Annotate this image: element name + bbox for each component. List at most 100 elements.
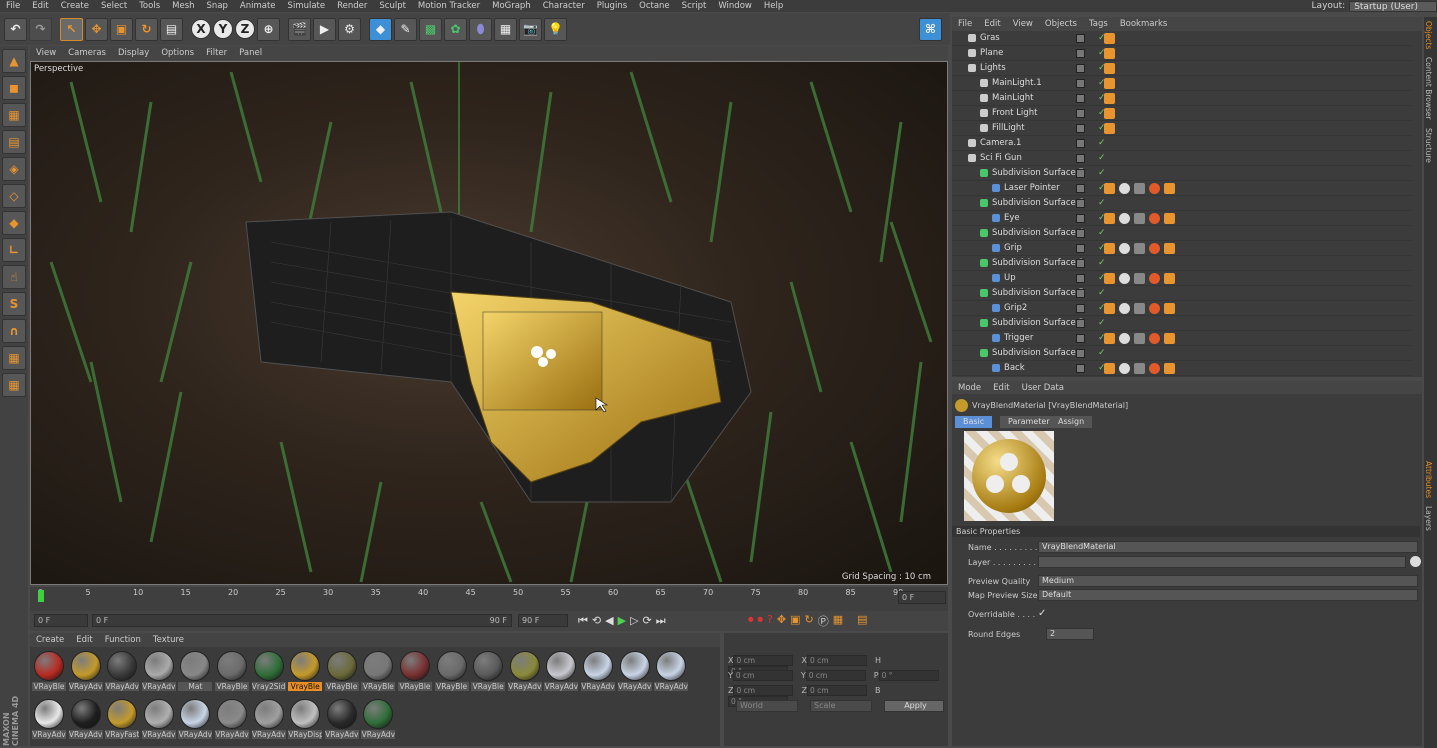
menu-item-animate[interactable]: Animate [234, 1, 282, 11]
material-tag-icon[interactable] [1104, 303, 1115, 314]
visibility-toggle[interactable] [1076, 304, 1085, 313]
attribute-menu-mode[interactable]: Mode [952, 383, 987, 393]
make-editable-icon[interactable]: ▲ [2, 49, 26, 73]
enable-checkmark-icon[interactable]: ✓ [1098, 153, 1106, 163]
attribute-menu-user-data[interactable]: User Data [1016, 383, 1070, 393]
enable-checkmark-icon[interactable]: ✓ [1098, 348, 1106, 358]
range-slider[interactable]: 0 F 90 F [92, 614, 512, 627]
enable-checkmark-icon[interactable]: ✓ [1098, 228, 1106, 238]
coordinate-system-icon[interactable]: ⊕ [257, 17, 280, 41]
material-tag-icon[interactable] [1164, 243, 1175, 254]
material-tag-icon[interactable] [1119, 303, 1130, 314]
go-to-start-icon[interactable]: ⏮ [578, 614, 588, 628]
visibility-toggle[interactable] [1076, 319, 1085, 328]
object-row[interactable]: FillLight ✓ [952, 121, 1412, 136]
visibility-toggle[interactable] [1076, 244, 1085, 253]
next-frame-icon[interactable]: ▷ [630, 614, 638, 628]
keyframe-selection-icon[interactable]: ? [767, 613, 773, 629]
material-swatch[interactable]: VRayAdv [68, 697, 103, 741]
visibility-toggle[interactable] [1076, 49, 1085, 58]
menu-item-mograph[interactable]: MoGraph [486, 1, 537, 11]
menu-item-create[interactable]: Create [55, 1, 95, 11]
material-swatch[interactable]: VRayAdv [215, 697, 249, 741]
visibility-toggle[interactable] [1076, 79, 1085, 88]
object-row[interactable]: Subdivision Surface.5 ✓ [952, 286, 1412, 301]
material-swatch[interactable]: VRayAdv [251, 697, 286, 741]
object-menu-edit[interactable]: Edit [978, 19, 1006, 29]
material-tag-icon[interactable] [1164, 303, 1175, 314]
preview-quality-dropdown[interactable]: Medium [1038, 575, 1418, 587]
material-swatch[interactable]: VRayFast [105, 697, 140, 741]
material-tag-icon[interactable] [1119, 273, 1130, 284]
material-swatch[interactable]: VRayBle [398, 649, 432, 693]
previous-key-icon[interactable]: ⟲ [592, 614, 601, 628]
attribute-menu-edit[interactable]: Edit [987, 383, 1015, 393]
visibility-toggle[interactable] [1076, 184, 1085, 193]
lock-workplane-icon[interactable]: ▦ [2, 373, 26, 397]
start-frame-field[interactable]: 0 F [34, 614, 88, 627]
previous-frame-icon[interactable]: ◀ [605, 614, 613, 628]
scale-tool-icon[interactable]: ▣ [110, 17, 133, 41]
menu-item-render[interactable]: Render [331, 1, 373, 11]
material-tag-icon[interactable] [1149, 303, 1160, 314]
tweak-mode-icon[interactable]: ☝ [2, 265, 26, 289]
material-tag-icon[interactable] [1104, 273, 1115, 284]
object-row[interactable]: Grip2 ✓ [952, 301, 1412, 316]
material-tag-icon[interactable] [1134, 273, 1145, 284]
current-frame-field[interactable]: 0 F [898, 591, 946, 604]
visibility-toggle[interactable] [1076, 274, 1085, 283]
object-row[interactable]: Gras ✓ [952, 31, 1412, 46]
autokey-icon[interactable]: ⏺ [758, 613, 764, 629]
visibility-toggle[interactable] [1076, 229, 1085, 238]
workplane-icon[interactable]: ▤ [2, 130, 26, 154]
material-swatch[interactable]: VRayAdv [68, 649, 103, 693]
object-row[interactable]: Plane ✓ [952, 46, 1412, 61]
material-tag-icon[interactable] [1134, 363, 1145, 374]
menu-item-select[interactable]: Select [95, 1, 133, 11]
end-frame-field[interactable]: 90 F [518, 614, 568, 627]
floor-icon[interactable]: ▦ [494, 17, 517, 41]
material-swatch[interactable]: VRayBle [324, 649, 359, 693]
visibility-toggle[interactable] [1076, 199, 1085, 208]
overridable-checkbox[interactable]: ✓ [1038, 608, 1046, 619]
timeline-ruler[interactable]: 051015202530354045505560657075808590 0 F [30, 587, 948, 611]
material-menu-edit[interactable]: Edit [70, 635, 98, 645]
edges-mode-icon[interactable]: ◇ [2, 184, 26, 208]
material-swatch[interactable]: VRayAdv [507, 649, 542, 693]
move-key-icon[interactable]: ✥ [777, 613, 786, 629]
object-row[interactable]: Lights ✓ [952, 61, 1412, 76]
material-tag-icon[interactable] [1149, 333, 1160, 344]
material-tag-icon[interactable] [1119, 213, 1130, 224]
object-row[interactable]: Back ✓ [952, 361, 1412, 376]
render-picture-viewer-icon[interactable]: ▶ [313, 17, 336, 41]
side-tab-objects[interactable]: Objects [1424, 17, 1433, 53]
visibility-toggle[interactable] [1076, 364, 1085, 373]
render-view-icon[interactable]: 🎬 [288, 17, 311, 41]
layout-selector[interactable]: Layout: Startup (User) [1312, 0, 1437, 12]
side-tab-attributes[interactable]: Attributes [1424, 457, 1433, 502]
menu-item-snap[interactable]: Snap [201, 1, 234, 11]
material-tag-icon[interactable] [1134, 333, 1145, 344]
object-menu-view[interactable]: View [1007, 19, 1039, 29]
cube-object-icon[interactable]: ◆ [369, 17, 392, 41]
side-tab-content-browser[interactable]: Content Browser [1424, 53, 1433, 124]
object-row[interactable]: Subdivision Surface.4 ✓ [952, 226, 1412, 241]
coordinate-field[interactable]: 0 cm [733, 655, 794, 666]
viewport-menu-cameras[interactable]: Cameras [62, 48, 112, 58]
menu-item-window[interactable]: Window [712, 1, 758, 11]
viewport-menu-display[interactable]: Display [112, 48, 155, 58]
material-swatch[interactable]: VRayAdv [105, 649, 140, 693]
enable-checkmark-icon[interactable]: ✓ [1098, 168, 1106, 178]
material-swatch[interactable]: VRayAdv [617, 649, 652, 693]
material-tag-icon[interactable] [1104, 93, 1115, 104]
object-row[interactable]: MainLight.1 ✓ [952, 76, 1412, 91]
viewport-menu-options[interactable]: Options [155, 48, 200, 58]
material-tag-icon[interactable] [1164, 333, 1175, 344]
param-key-icon[interactable]: Ⓟ [818, 613, 829, 629]
visibility-toggle[interactable] [1076, 154, 1085, 163]
visibility-toggle[interactable] [1076, 349, 1085, 358]
cloner-icon[interactable]: ✿ [444, 17, 467, 41]
deformer-icon[interactable]: ⬮ [469, 17, 492, 41]
material-swatch[interactable]: VRayBle [32, 649, 66, 693]
object-row[interactable]: Up ✓ [952, 271, 1412, 286]
